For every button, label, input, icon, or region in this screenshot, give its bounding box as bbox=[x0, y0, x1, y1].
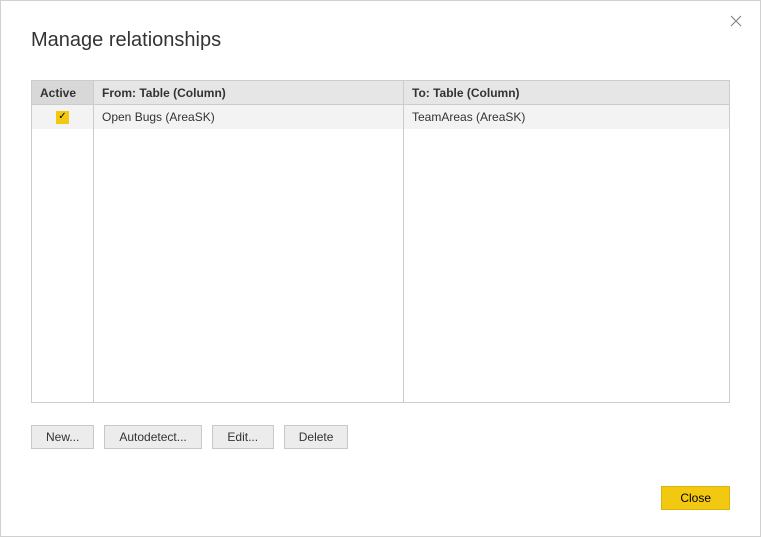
autodetect-button[interactable]: Autodetect... bbox=[104, 425, 201, 449]
table-body: ✓ Open Bugs (AreaSK) TeamAreas (AreaSK) bbox=[32, 105, 729, 402]
cell-active[interactable]: ✓ bbox=[32, 105, 94, 129]
empty-to-col bbox=[404, 129, 729, 402]
empty-from-col bbox=[94, 129, 404, 402]
active-checkbox[interactable]: ✓ bbox=[56, 111, 69, 124]
relationships-table: Active From: Table (Column) To: Table (C… bbox=[31, 80, 730, 403]
cell-to[interactable]: TeamAreas (AreaSK) bbox=[404, 105, 729, 129]
delete-button[interactable]: Delete bbox=[284, 425, 349, 449]
manage-relationships-dialog: Manage relationships Active From: Table … bbox=[0, 0, 761, 537]
action-button-row: New... Autodetect... Edit... Delete bbox=[31, 425, 760, 449]
header-active[interactable]: Active bbox=[32, 81, 94, 104]
header-from[interactable]: From: Table (Column) bbox=[94, 81, 404, 104]
close-button[interactable]: Close bbox=[661, 486, 730, 510]
close-icon[interactable] bbox=[726, 11, 746, 31]
header-to[interactable]: To: Table (Column) bbox=[404, 81, 729, 104]
table-row[interactable]: ✓ Open Bugs (AreaSK) TeamAreas (AreaSK) bbox=[32, 105, 729, 129]
table-header-row: Active From: Table (Column) To: Table (C… bbox=[32, 81, 729, 105]
close-button-area: Close bbox=[661, 486, 730, 510]
table-empty-area bbox=[32, 129, 729, 402]
dialog-title: Manage relationships bbox=[1, 1, 760, 52]
edit-button[interactable]: Edit... bbox=[212, 425, 274, 449]
new-button[interactable]: New... bbox=[31, 425, 94, 449]
empty-active-col bbox=[32, 129, 94, 402]
cell-from[interactable]: Open Bugs (AreaSK) bbox=[94, 105, 404, 129]
